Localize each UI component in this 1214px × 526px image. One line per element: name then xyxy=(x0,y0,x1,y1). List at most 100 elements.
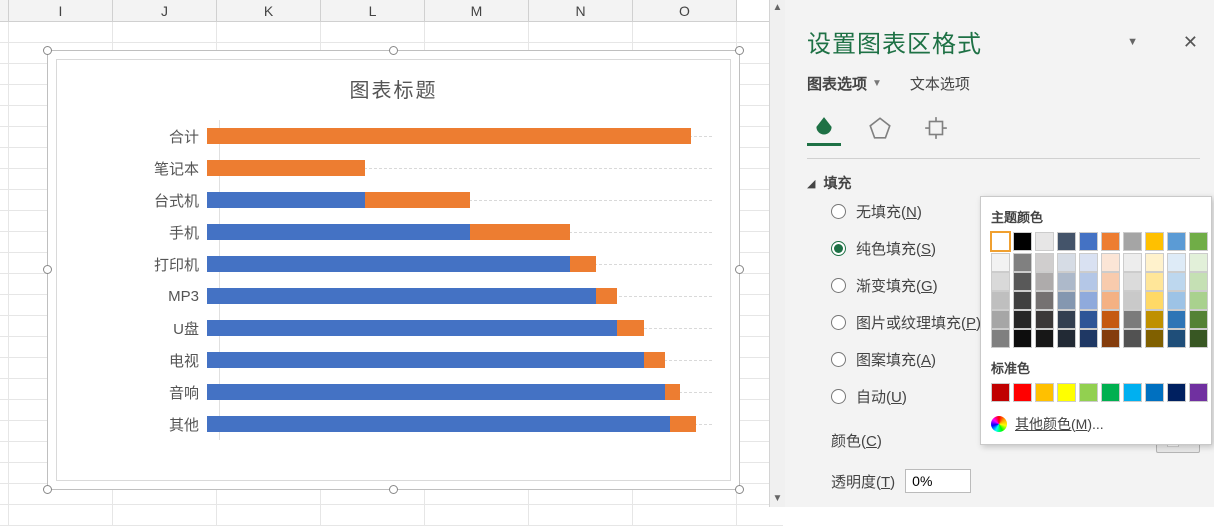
color-swatch[interactable] xyxy=(1013,253,1032,272)
bar-segment[interactable] xyxy=(617,320,643,336)
bar-segment[interactable] xyxy=(365,192,470,208)
bar-segment[interactable] xyxy=(596,288,617,304)
resize-handle[interactable] xyxy=(389,485,398,494)
color-swatch[interactable] xyxy=(1079,232,1098,251)
color-swatch[interactable] xyxy=(1035,232,1054,251)
tab-text-options[interactable]: 文本选项 xyxy=(910,73,970,94)
color-swatch[interactable] xyxy=(1101,253,1120,272)
color-swatch[interactable] xyxy=(1013,329,1032,348)
color-swatch[interactable] xyxy=(1079,329,1098,348)
close-icon[interactable]: ✕ xyxy=(1183,32,1198,53)
bar-segment[interactable] xyxy=(470,224,570,240)
col-header[interactable]: M xyxy=(425,0,529,21)
color-swatch[interactable] xyxy=(1079,383,1098,402)
color-swatch[interactable] xyxy=(1035,310,1054,329)
bar-segment[interactable] xyxy=(207,384,665,400)
color-swatch[interactable] xyxy=(1189,310,1208,329)
color-swatch[interactable] xyxy=(1057,310,1076,329)
col-header[interactable]: L xyxy=(321,0,425,21)
color-swatch[interactable] xyxy=(1189,329,1208,348)
tab-chart-options[interactable]: 图表选项 ▼ xyxy=(807,73,882,94)
color-swatch[interactable] xyxy=(1101,310,1120,329)
color-swatch[interactable] xyxy=(1101,272,1120,291)
color-swatch[interactable] xyxy=(1145,272,1164,291)
scroll-up-icon[interactable]: ▲ xyxy=(770,0,785,16)
col-header[interactable]: N xyxy=(529,0,633,21)
color-swatch[interactable] xyxy=(1167,291,1186,310)
color-swatch[interactable] xyxy=(1013,291,1032,310)
color-swatch[interactable] xyxy=(1145,232,1164,251)
resize-handle[interactable] xyxy=(735,265,744,274)
color-swatch[interactable] xyxy=(1167,253,1186,272)
color-swatch[interactable] xyxy=(1057,329,1076,348)
color-swatch[interactable] xyxy=(1123,329,1142,348)
color-swatch[interactable] xyxy=(1035,383,1054,402)
bar-segment[interactable] xyxy=(207,192,365,208)
color-swatch[interactable] xyxy=(991,253,1010,272)
color-swatch[interactable] xyxy=(1035,291,1054,310)
chart-title[interactable]: 图表标题 xyxy=(57,60,730,113)
bar-segment[interactable] xyxy=(207,320,617,336)
color-swatch[interactable] xyxy=(1057,253,1076,272)
color-swatch[interactable] xyxy=(1189,383,1208,402)
resize-handle[interactable] xyxy=(43,265,52,274)
color-swatch[interactable] xyxy=(1101,383,1120,402)
color-swatch[interactable] xyxy=(1145,253,1164,272)
color-swatch[interactable] xyxy=(1057,291,1076,310)
pane-options-dropdown-icon[interactable]: ▼ xyxy=(1127,36,1138,48)
chart-plot-area[interactable]: 合计笔记本台式机手机打印机MP3U盘电视音响其他 xyxy=(69,120,712,466)
color-swatch[interactable] xyxy=(1123,291,1142,310)
color-swatch[interactable] xyxy=(1035,253,1054,272)
bar-segment[interactable] xyxy=(207,288,596,304)
color-swatch[interactable] xyxy=(1079,310,1098,329)
transparency-input[interactable] xyxy=(905,469,971,493)
color-swatch[interactable] xyxy=(1123,253,1142,272)
color-swatch[interactable] xyxy=(1189,253,1208,272)
color-swatch[interactable] xyxy=(1013,232,1032,251)
spreadsheet-area[interactable]: I J K L M N O ▲ ▼ 图表标题 合计笔记本台式机手机打印机MP3U… xyxy=(0,0,783,507)
color-swatch[interactable] xyxy=(1035,272,1054,291)
effects-icon[interactable] xyxy=(863,112,897,146)
color-swatch[interactable] xyxy=(991,291,1010,310)
bar-segment[interactable] xyxy=(207,256,570,272)
color-swatch[interactable] xyxy=(1123,232,1142,251)
color-swatch[interactable] xyxy=(1057,383,1076,402)
color-swatch[interactable] xyxy=(1145,291,1164,310)
color-swatch[interactable] xyxy=(1123,383,1142,402)
color-swatch[interactable] xyxy=(1013,272,1032,291)
color-swatch[interactable] xyxy=(1145,329,1164,348)
col-header[interactable]: O xyxy=(633,0,737,21)
color-swatch[interactable] xyxy=(1101,329,1120,348)
bar-segment[interactable] xyxy=(207,352,644,368)
color-swatch[interactable] xyxy=(1167,310,1186,329)
color-swatch[interactable] xyxy=(1079,253,1098,272)
bar-segment[interactable] xyxy=(207,128,691,144)
color-swatch[interactable] xyxy=(991,232,1010,251)
resize-handle[interactable] xyxy=(389,46,398,55)
color-swatch[interactable] xyxy=(1189,272,1208,291)
color-swatch[interactable] xyxy=(991,329,1010,348)
more-colors-item[interactable]: 其他颜色(M)... xyxy=(991,410,1201,434)
color-swatch[interactable] xyxy=(1189,232,1208,251)
color-swatch[interactable] xyxy=(1145,383,1164,402)
fill-line-icon[interactable] xyxy=(807,112,841,146)
color-swatch[interactable] xyxy=(1167,272,1186,291)
bar-segment[interactable] xyxy=(207,224,470,240)
color-swatch[interactable] xyxy=(1057,232,1076,251)
resize-handle[interactable] xyxy=(735,485,744,494)
col-header[interactable]: J xyxy=(113,0,217,21)
vertical-scrollbar[interactable]: ▲ ▼ xyxy=(769,0,785,507)
color-swatch[interactable] xyxy=(1079,272,1098,291)
bar-segment[interactable] xyxy=(207,160,365,176)
color-swatch[interactable] xyxy=(1035,329,1054,348)
color-swatch[interactable] xyxy=(1167,329,1186,348)
bar-segment[interactable] xyxy=(644,352,665,368)
bar-segment[interactable] xyxy=(670,416,696,432)
color-swatch[interactable] xyxy=(991,310,1010,329)
color-swatch[interactable] xyxy=(1167,383,1186,402)
bar-segment[interactable] xyxy=(570,256,596,272)
color-swatch[interactable] xyxy=(1145,310,1164,329)
chart-object[interactable]: 图表标题 合计笔记本台式机手机打印机MP3U盘电视音响其他 xyxy=(47,50,740,490)
col-header[interactable]: I xyxy=(9,0,113,21)
color-swatch[interactable] xyxy=(991,383,1010,402)
